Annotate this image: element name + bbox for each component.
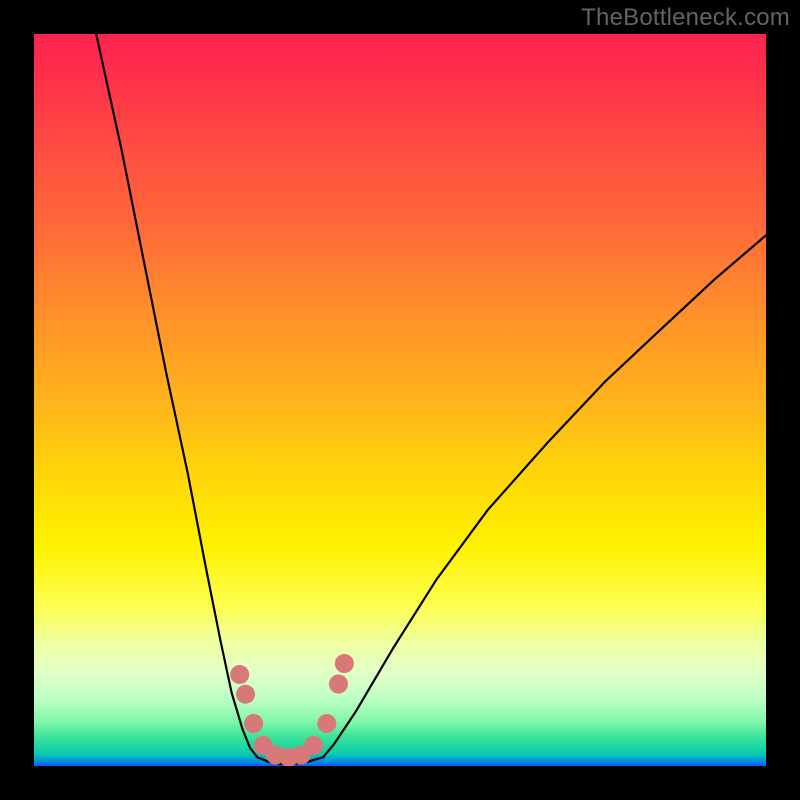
curve-marker	[236, 685, 255, 704]
curve-marker	[244, 714, 263, 733]
watermark-text: TheBottleneck.com	[581, 4, 790, 32]
curve-marker	[304, 736, 323, 755]
curve-marker	[230, 665, 249, 684]
curve-layer	[34, 34, 766, 766]
plot-area	[34, 34, 766, 766]
chart-frame: TheBottleneck.com	[0, 0, 800, 800]
bottleneck-curve	[96, 34, 766, 764]
curve-marker	[335, 654, 354, 673]
marker-group	[230, 654, 354, 766]
curve-marker	[317, 714, 336, 733]
curve-marker	[329, 675, 348, 694]
